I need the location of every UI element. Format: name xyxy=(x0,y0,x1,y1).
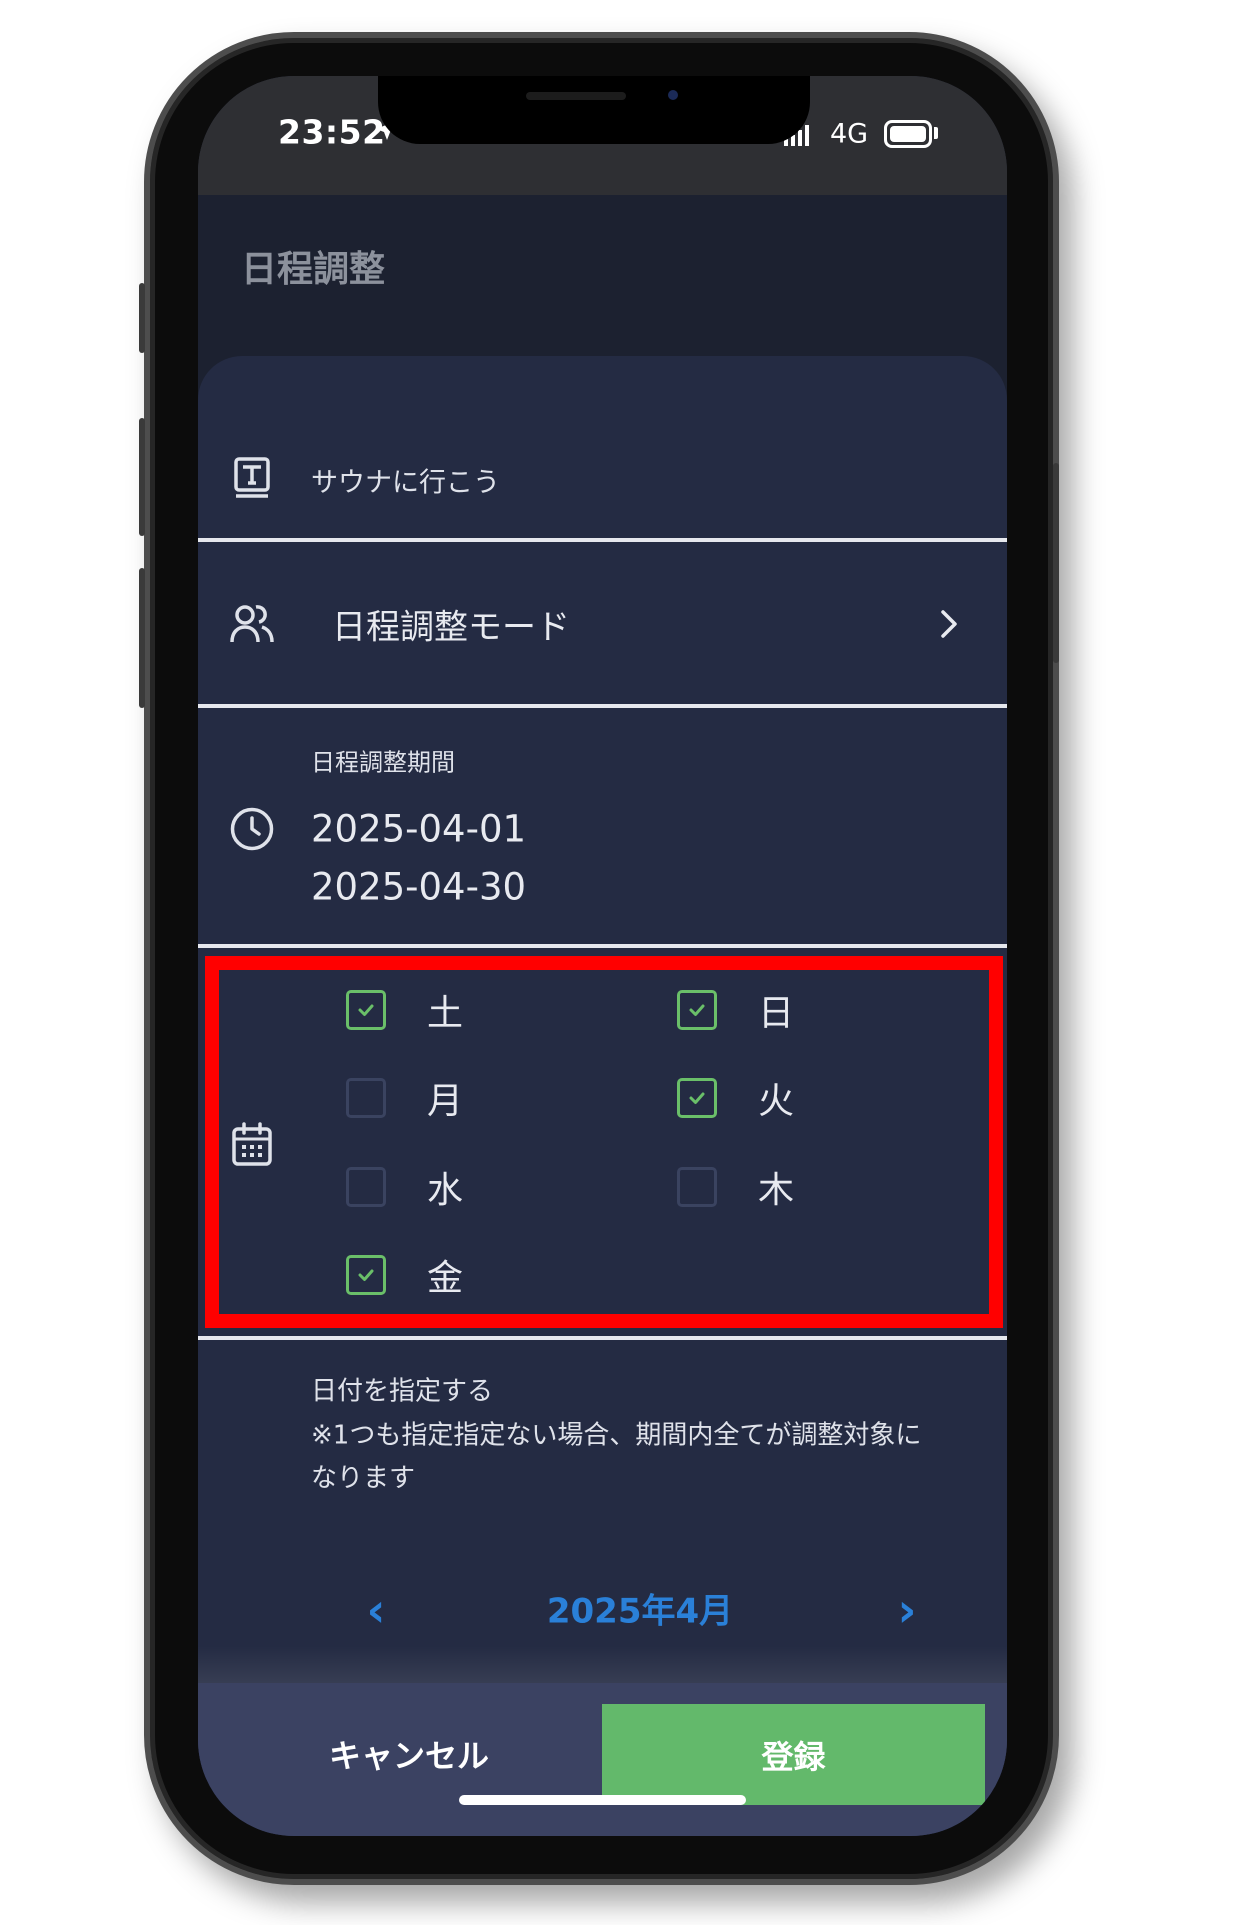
cancel-button[interactable]: キャンセル xyxy=(329,1731,489,1777)
weekday-checkbox-sun[interactable] xyxy=(677,990,717,1030)
period-start-date[interactable]: 2025-04-01 xyxy=(311,808,526,851)
home-indicator[interactable] xyxy=(459,1795,746,1805)
highlight-box xyxy=(205,956,1003,1328)
weekday-option-mon[interactable]: 月 xyxy=(346,1078,546,1122)
register-button-label: 登録 xyxy=(761,1737,826,1776)
weekday-option-sun[interactable]: 日 xyxy=(677,990,877,1034)
weekday-label: 土 xyxy=(427,993,464,1034)
check-icon xyxy=(689,1092,705,1104)
power-button xyxy=(1053,463,1059,663)
period-label: 日程調整期間 xyxy=(311,748,455,777)
divider xyxy=(198,704,1007,708)
date-note-line: なります xyxy=(311,1463,416,1494)
event-title-field[interactable]: サウナに行こう xyxy=(311,461,500,500)
weekday-label: 金 xyxy=(427,1258,464,1299)
period-end-date[interactable]: 2025-04-30 xyxy=(311,866,526,909)
weekday-label: 木 xyxy=(758,1170,795,1211)
weekday-checkbox-thu[interactable] xyxy=(677,1167,717,1207)
weekday-checkbox-mon[interactable] xyxy=(346,1078,386,1118)
weekday-option-fri[interactable]: 金 xyxy=(346,1255,546,1299)
weekday-checkbox-sat[interactable] xyxy=(346,990,386,1030)
weekday-checkbox-wed[interactable] xyxy=(346,1167,386,1207)
front-camera xyxy=(668,90,678,100)
battery-icon xyxy=(884,120,932,148)
silent-switch xyxy=(139,283,145,353)
divider xyxy=(198,1336,1007,1340)
footer-shadow xyxy=(198,1646,1007,1684)
date-note-line: ※1つも指定指定ない場合、期間内全てが調整対象に xyxy=(311,1420,922,1451)
clock-icon xyxy=(230,807,274,851)
weekday-checkbox-tue[interactable] xyxy=(677,1078,717,1118)
check-icon xyxy=(689,1004,705,1016)
page-title: 日程調整 xyxy=(241,249,386,290)
people-icon xyxy=(230,605,274,643)
weekday-option-sat[interactable]: 土 xyxy=(346,990,546,1034)
weekday-option-tue[interactable]: 火 xyxy=(677,1078,877,1122)
schedule-mode-row[interactable] xyxy=(198,542,1007,704)
battery-cap xyxy=(934,127,938,139)
status-time: 23:52 xyxy=(278,112,386,152)
app-screen: 23:52 4G 日程調整 サウナに行こう 日程調整モード 日程調整期間 202… xyxy=(198,76,1007,1836)
schedule-mode-label: 日程調整モード xyxy=(332,607,570,648)
month-label: 2025年4月 xyxy=(546,1591,734,1632)
weekday-label: 火 xyxy=(758,1081,795,1122)
weekday-label: 水 xyxy=(427,1170,464,1211)
divider xyxy=(198,944,1007,948)
speaker-grille xyxy=(526,92,626,100)
check-icon xyxy=(358,1269,374,1281)
register-button[interactable]: 登録 xyxy=(602,1704,985,1805)
date-note-title: 日付を指定する xyxy=(311,1376,494,1407)
weekday-option-thu[interactable]: 木 xyxy=(677,1167,877,1211)
battery-level xyxy=(890,126,926,142)
next-month-button[interactable]: › xyxy=(898,1583,917,1637)
volume-up-button xyxy=(139,418,145,536)
weekday-checkbox-fri[interactable] xyxy=(346,1255,386,1295)
calendar-icon xyxy=(232,1122,272,1166)
chevron-right-icon[interactable] xyxy=(939,608,959,640)
weekday-option-wed[interactable]: 水 xyxy=(346,1167,546,1211)
title-icon xyxy=(234,457,270,498)
notch xyxy=(378,76,810,144)
weekday-label: 日 xyxy=(758,993,795,1034)
weekday-label: 月 xyxy=(427,1081,464,1122)
network-type: 4G xyxy=(830,118,869,150)
prev-month-button[interactable]: ‹ xyxy=(367,1583,386,1637)
volume-down-button xyxy=(139,568,145,708)
check-icon xyxy=(358,1004,374,1016)
